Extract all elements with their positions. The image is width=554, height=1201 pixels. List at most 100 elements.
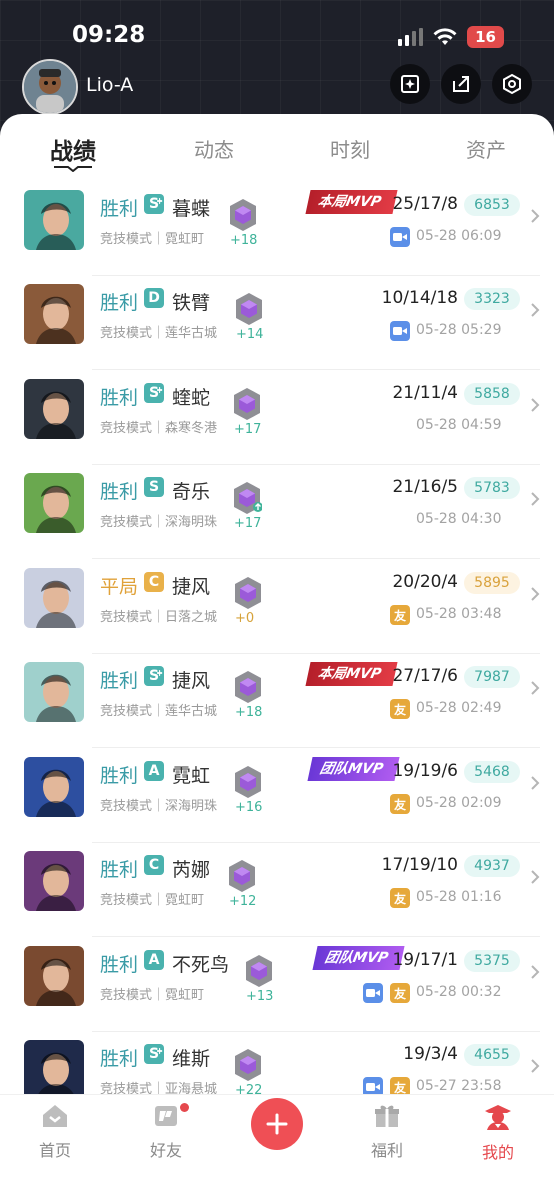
video-icon[interactable] [390, 321, 410, 341]
agent-name: 捷风 [172, 670, 211, 692]
home-icon [43, 1105, 67, 1127]
rank-gem-icon [235, 1049, 261, 1081]
match-result: 平局 [100, 576, 139, 598]
match-time: 05-28 05:29 [416, 322, 502, 338]
combat-score: 5858 [464, 383, 520, 405]
nav-friends-label: 好友 [149, 1141, 182, 1160]
nav-me[interactable]: 我的 [458, 1103, 538, 1163]
nav-home-label: 首页 [38, 1141, 71, 1160]
agent-portrait [24, 662, 84, 722]
nav-welfare-label: 福利 [370, 1141, 403, 1160]
bottom-nav: 首页 好友 福利 我的 [0, 1094, 554, 1201]
agent-name: 奇乐 [172, 481, 211, 503]
match-time: 05-28 01:16 [416, 889, 502, 905]
kda-score: 19/3/4 [403, 1044, 458, 1064]
combat-score: 5783 [464, 477, 520, 499]
match-row[interactable]: 胜利 S + + 捷风 竞技模式｜莲华古城 +18 本局MVP 27/17/6 7987 友 05-2… [0, 654, 554, 748]
match-row[interactable]: 胜利 S 奇乐 竞技模式｜深海明珠 +17 21/16/5 5783 05-28 04:30 [0, 465, 554, 559]
settings-icon [503, 73, 521, 95]
avatar[interactable] [22, 59, 78, 115]
match-mode: 竞技模式｜森寒冬港 [100, 421, 218, 436]
settings-button[interactable] [492, 64, 532, 104]
match-row[interactable]: 胜利 C 芮娜 竞技模式｜霓虹町 +12 17/19/10 4937 友 05-28 01:16 [0, 843, 554, 937]
rank-delta: +18 [230, 233, 258, 248]
chevron-right-icon [531, 681, 540, 695]
agent-portrait [24, 946, 84, 1006]
match-time: 05-28 00:32 [416, 984, 502, 1000]
match-mode: 竞技模式｜霓虹町 [100, 988, 205, 1003]
notification-dot [180, 1103, 189, 1112]
agent-portrait [24, 851, 84, 911]
edit-card-button[interactable] [390, 64, 430, 104]
rank-badge: S + + [144, 383, 164, 403]
gift-icon [375, 1105, 399, 1127]
agent-portrait [24, 379, 84, 439]
friend-badge: 友 [390, 605, 410, 625]
username: Lio-A [86, 74, 134, 96]
match-row[interactable]: 胜利 D 铁臂 竞技模式｜莲华古城 +14 10/14/18 3323 05-28 05:29 [0, 276, 554, 370]
nav-home[interactable]: 首页 [15, 1103, 95, 1161]
agent-name: 蝰蛇 [172, 387, 211, 409]
video-icon[interactable] [363, 1077, 383, 1094]
agent-portrait [24, 757, 84, 817]
video-icon[interactable] [363, 983, 383, 1003]
match-mode: 竞技模式｜霓虹町 [100, 893, 205, 908]
tab-assets[interactable]: 资产 [466, 134, 506, 163]
chevron-right-icon [531, 1059, 540, 1073]
match-result: 胜利 [100, 292, 139, 314]
agent-portrait [24, 284, 84, 344]
agent-name: 暮蝶 [172, 198, 211, 220]
create-button[interactable] [251, 1098, 303, 1150]
share-icon [453, 76, 469, 92]
match-row[interactable]: 胜利 A 不死鸟 竞技模式｜霓虹町 +13 团队MVP 19/17/1 5375 友 05-28 … [0, 938, 554, 1032]
nav-welfare[interactable]: 福利 [347, 1103, 427, 1161]
match-result: 胜利 [100, 387, 139, 409]
combat-score: 7987 [464, 666, 520, 688]
match-time: 05-28 02:09 [416, 795, 502, 811]
mvp-badge: 本局MVP [305, 662, 398, 686]
match-mode: 竞技模式｜日落之城 [100, 610, 218, 625]
rank-delta: +12 [229, 894, 257, 909]
wifi-icon [433, 28, 457, 45]
status-icons: 16 [398, 26, 504, 48]
kda-score: 19/17/1 [392, 950, 458, 970]
match-time: 05-28 06:09 [416, 228, 502, 244]
kda-score: 27/17/6 [392, 666, 458, 686]
match-row[interactable]: 胜利 A 霓虹 竞技模式｜深海明珠 +16 团队MVP 19/19/6 5468 友 05-28 … [0, 749, 554, 843]
profile-icon [485, 1105, 511, 1130]
match-time: 05-28 03:48 [416, 606, 502, 622]
rank-gem-icon [234, 482, 262, 514]
rank-gem-icon [236, 293, 262, 325]
rank-gem-icon [234, 388, 260, 420]
rank-badge: S + + [144, 194, 164, 214]
share-button[interactable] [441, 64, 481, 104]
rank-delta: +22 [235, 1083, 263, 1094]
rank-delta: +16 [235, 800, 263, 815]
friend-badge: 友 [390, 1077, 410, 1094]
rank-gem-icon [230, 199, 256, 231]
row-divider [92, 747, 540, 748]
match-result: 胜利 [100, 481, 139, 503]
tab-record[interactable]: 战绩 [50, 132, 96, 166]
match-row[interactable]: 胜利 S + + 蝰蛇 竞技模式｜森寒冬港 +17 21/11/4 5858 05-28 04:5… [0, 371, 554, 465]
match-row[interactable]: 平局 C 捷风 竞技模式｜日落之城 +0 20/20/4 5895 友 05-28 03:48 [0, 560, 554, 654]
tab-active-indicator [54, 166, 92, 172]
video-icon[interactable] [390, 227, 410, 247]
match-result: 胜利 [100, 670, 139, 692]
combat-score: 5468 [464, 761, 520, 783]
rank-badge: A [144, 761, 164, 781]
status-time: 09:28 [72, 22, 146, 48]
agent-name: 霓虹 [172, 765, 211, 787]
match-mode: 竞技模式｜深海明珠 [100, 799, 218, 814]
nav-friends[interactable]: 好友 [126, 1103, 206, 1161]
rank-gem-icon [235, 671, 261, 703]
rank-delta: +17 [234, 516, 262, 531]
tab-feed[interactable]: 动态 [194, 134, 234, 163]
tab-moments[interactable]: 时刻 [330, 134, 370, 163]
match-time: 05-28 02:49 [416, 700, 502, 716]
match-row[interactable]: 胜利 S + + 维斯 竞技模式｜亚海悬城 +22 19/3/4 4655 友 05-27 23:5… [0, 1032, 554, 1094]
match-result: 胜利 [100, 859, 139, 881]
rank-badge: C [144, 572, 164, 592]
rank-badge: S + + [144, 1044, 164, 1064]
match-row[interactable]: 胜利 S + + 暮蝶 竞技模式｜霓虹町 +18 本局MVP 25/17/8 6853 05-28 … [0, 182, 554, 276]
